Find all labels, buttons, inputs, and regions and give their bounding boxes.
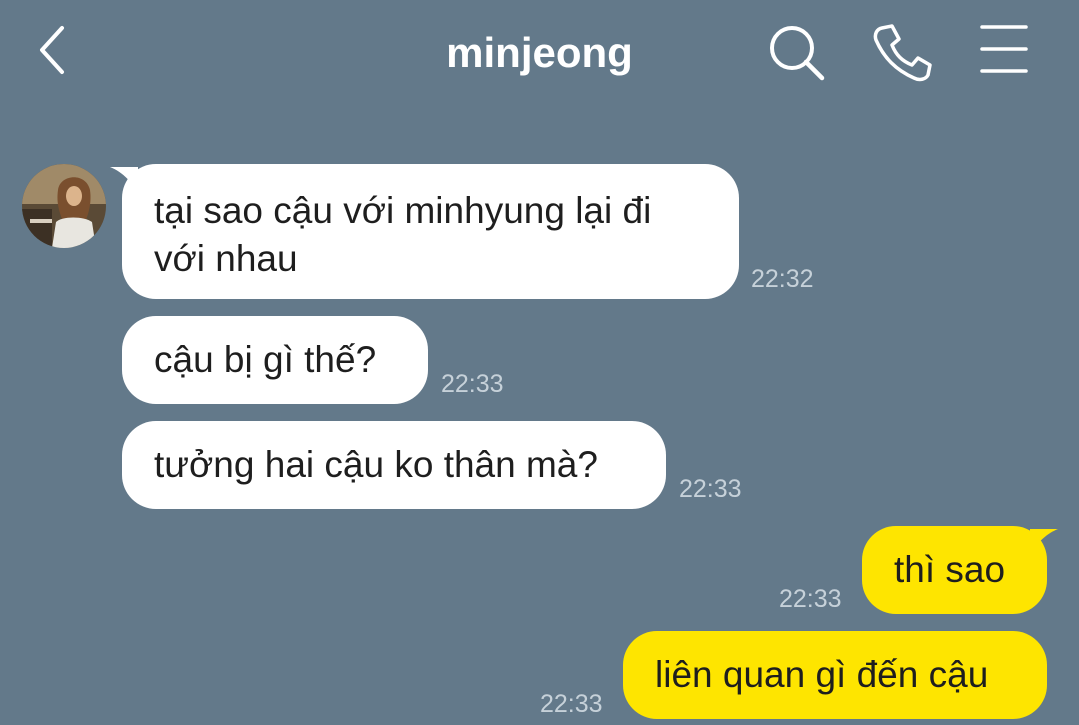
- message-bubble[interactable]: tại sao cậu với minhyung lại đi với nhau: [122, 164, 739, 299]
- chat-header: minjeong: [0, 0, 1079, 110]
- contact-avatar[interactable]: [22, 164, 106, 248]
- menu-icon: [980, 25, 1028, 73]
- call-button[interactable]: [872, 22, 932, 82]
- message-timestamp: 22:32: [751, 265, 814, 293]
- message-text: thì sao: [894, 549, 1006, 590]
- message-text: cậu bị gì thế?: [154, 339, 377, 380]
- message-timestamp: 22:33: [540, 690, 603, 718]
- message-timestamp: 22:33: [441, 370, 504, 398]
- message-text: tại sao cậu với minhyung lại đi với nhau: [154, 190, 652, 279]
- message-text: tưởng hai cậu ko thân mà?: [154, 444, 598, 485]
- message-timestamp: 22:33: [679, 475, 742, 503]
- phone-icon: [873, 24, 932, 82]
- menu-button[interactable]: [974, 22, 1034, 82]
- message-bubble[interactable]: cậu bị gì thế?: [122, 316, 428, 404]
- message-text: liên quan gì đến cậu: [655, 654, 989, 695]
- search-button[interactable]: [766, 22, 826, 82]
- message-timestamp: 22:33: [779, 585, 842, 613]
- message-bubble[interactable]: thì sao: [862, 526, 1047, 614]
- message-bubble[interactable]: liên quan gì đến cậu: [623, 631, 1047, 719]
- message-bubble[interactable]: tưởng hai cậu ko thân mà?: [122, 421, 666, 509]
- search-icon: [770, 26, 825, 81]
- avatar-photo: [22, 164, 106, 248]
